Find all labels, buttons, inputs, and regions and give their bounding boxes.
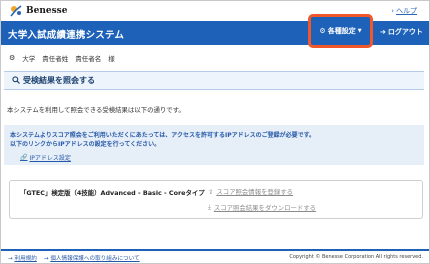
- ip-notice-box: 本システムよりスコア照会をご利用いただくにあたっては、アクセスを許可するIPアド…: [4, 125, 424, 165]
- footer-link-privacy[interactable]: → 個人情報保護への取り組みについて: [44, 254, 140, 262]
- user-role: 責任者姓: [42, 55, 69, 63]
- app-window: Benesse › ヘルプ 大学入試成績連携システム ⚙ 各種設定 ▼ ➜ ログ…: [0, 0, 430, 264]
- help-link[interactable]: › ヘルプ: [391, 6, 417, 16]
- exam-card: 「GTEC」検定版（4技能）Advanced - Basic - Coreタイプ…: [9, 180, 423, 219]
- copyright: Copyright © Benesse Corporation All righ…: [289, 254, 423, 260]
- gear-icon: ⚙: [9, 54, 16, 62]
- brand-name: Benesse: [26, 6, 68, 16]
- app-title: 大学入試成績連携システム: [8, 30, 125, 41]
- benesse-logo-icon: [9, 4, 23, 18]
- ip-settings-link[interactable]: 🔗 IPアドレス設定: [20, 153, 71, 162]
- user-org: 大学: [22, 55, 36, 63]
- section-title: 受検結果を照会する: [23, 76, 95, 85]
- benesse-logo[interactable]: Benesse: [9, 4, 67, 18]
- register-score-link[interactable]: ⇪ スコア照会情報を登録する: [208, 187, 293, 197]
- logout-button[interactable]: ➜ ログアウト: [380, 27, 423, 37]
- intro-text: 本システムを利用して照会できる受検結果は以下の通りです。: [7, 106, 185, 114]
- footer: → 利用規約 → 個人情報保護への取り組みについて Copyright © Be…: [1, 249, 429, 263]
- settings-highlight-frame: [308, 14, 373, 48]
- notice-line-2: 以下のリンクからIPアドレスの設定を行ってください。: [10, 141, 161, 148]
- section-header: 受検結果を照会する: [4, 71, 424, 90]
- user-name: 責任者名: [75, 55, 102, 63]
- upload-icon: ⇪: [208, 187, 214, 196]
- link-icon: 🔗: [20, 154, 28, 161]
- logout-icon: ➜: [380, 28, 386, 36]
- exam-name: 「GTEC」検定版（4技能）Advanced - Basic - Coreタイプ: [20, 189, 205, 197]
- user-suffix: 様: [108, 55, 115, 63]
- user-info: ⚙ 大学 責任者姓 責任者名 様: [9, 53, 115, 63]
- search-icon: [12, 75, 20, 86]
- download-score-link[interactable]: ⤓ スコア照会結果をダウンロードする: [208, 203, 316, 212]
- download-icon: ⤓: [208, 203, 211, 211]
- notice-line-1: 本システムよりスコア照会をご利用いただくにあたっては、アクセスを許可するIPアド…: [10, 132, 316, 139]
- chevron-right-icon: ›: [391, 7, 394, 15]
- footer-link-terms[interactable]: → 利用規約: [8, 254, 37, 262]
